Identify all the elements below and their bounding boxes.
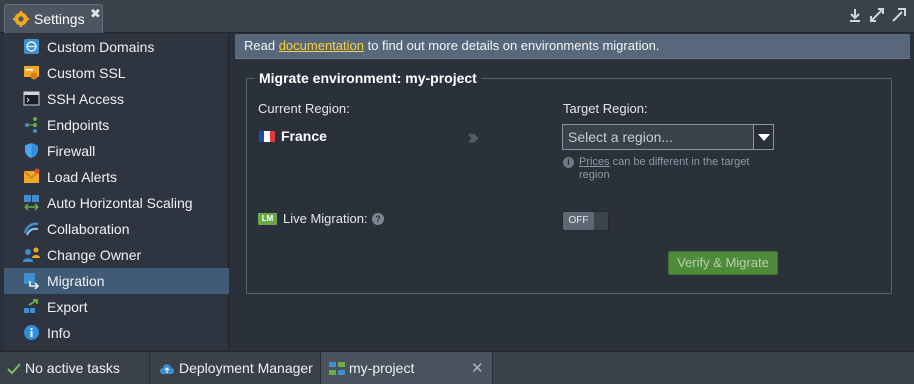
- chevron-down-icon[interactable]: [753, 125, 773, 149]
- sidebar-item-label: Load Alerts: [47, 169, 118, 185]
- my-project-label: my-project: [349, 360, 415, 376]
- shield-icon: [25, 143, 38, 158]
- popout-icon[interactable]: [892, 8, 906, 22]
- close-icon[interactable]: ✖: [90, 6, 101, 22]
- sidebar-item-export[interactable]: Export: [4, 294, 229, 320]
- download-icon[interactable]: [848, 8, 862, 22]
- chevrons-right-icon: ›››: [467, 124, 479, 149]
- sidebar-item-load-alerts[interactable]: Load Alerts: [4, 164, 229, 190]
- sidebar-item-endpoints[interactable]: Endpoints: [4, 112, 229, 138]
- endpoints-icon: [25, 117, 37, 133]
- sidebar-item-custom-ssl[interactable]: Custom SSL: [4, 60, 229, 86]
- live-migration-toggle[interactable]: OFF: [562, 211, 609, 231]
- window-title-bar: Settings ✖: [0, 0, 914, 33]
- current-region-value: France: [281, 128, 327, 144]
- deployment-manager-tab[interactable]: Deployment Manager: [150, 352, 321, 384]
- france-flag-icon: [259, 131, 275, 142]
- gear-icon: [13, 11, 29, 27]
- sidebar-item-label: Export: [47, 299, 88, 315]
- info-bar-text: Read documentation to find out more deta…: [244, 38, 660, 53]
- sidebar-item-info[interactable]: Info: [4, 320, 229, 346]
- sidebar-item-label: Change Owner: [47, 247, 142, 263]
- collaboration-icon: [23, 222, 39, 236]
- verify-migrate-button[interactable]: Verify & Migrate: [668, 251, 778, 275]
- change-owner-icon: [23, 247, 40, 262]
- sidebar-item-label: Info: [47, 325, 71, 341]
- mail-alert-icon: [23, 168, 40, 183]
- target-region-label: Target Region:: [563, 101, 648, 116]
- sidebar-item-label: Custom SSL: [47, 65, 126, 81]
- deployment-manager-label: Deployment Manager: [179, 360, 313, 376]
- scaling-icon: [24, 195, 39, 211]
- sidebar-item-ssh-access[interactable]: SSH Access: [4, 86, 229, 112]
- sidebar-item-label: Collaboration: [47, 221, 130, 237]
- sidebar-item-change-owner[interactable]: Change Owner: [4, 242, 229, 268]
- environment-icon: [329, 362, 345, 375]
- sidebar-item-label: Endpoints: [47, 117, 110, 133]
- settings-tab[interactable]: Settings ✖: [4, 4, 103, 33]
- target-region-placeholder: Select a region...: [568, 129, 674, 145]
- migration-panel: Read documentation to find out more deta…: [235, 34, 910, 349]
- expand-icon[interactable]: [870, 8, 884, 22]
- sidebar-item-migration[interactable]: Migration: [4, 268, 229, 294]
- close-icon[interactable]: ✕: [471, 359, 484, 377]
- info-icon: i: [563, 157, 574, 168]
- settings-sidebar: Custom Domains Custom SSL SSH Access End…: [4, 34, 229, 349]
- tab-title: Settings: [34, 11, 85, 27]
- migration-icon: [24, 273, 40, 289]
- certificate-icon: [24, 66, 39, 80]
- prices-link[interactable]: Prices: [579, 156, 610, 168]
- tasks-status[interactable]: No active tasks: [0, 352, 150, 384]
- sidebar-item-label: Auto Horizontal Scaling: [47, 195, 193, 211]
- sidebar-item-label: Firewall: [47, 143, 96, 159]
- check-icon: [7, 363, 21, 375]
- documentation-link[interactable]: documentation: [279, 38, 364, 53]
- export-icon: [24, 299, 38, 313]
- task-bar: No active tasks Deployment Manager my-pr…: [0, 351, 914, 384]
- my-project-tab[interactable]: my-project ✕: [321, 352, 493, 384]
- sidebar-item-label: SSH Access: [47, 91, 125, 107]
- live-migration-label: Live Migration:: [283, 211, 368, 226]
- migrate-environment-group: Migrate environment: my-project Current …: [246, 70, 892, 294]
- tasks-status-text: No active tasks: [25, 360, 120, 376]
- current-region-label: Current Region:: [258, 101, 350, 116]
- toggle-state: OFF: [563, 212, 594, 230]
- sidebar-item-label: Migration: [47, 273, 105, 289]
- globe-icon: [24, 39, 39, 54]
- cloud-upload-icon: [160, 364, 174, 374]
- sidebar-item-label: Custom Domains: [47, 39, 155, 55]
- terminal-icon: [23, 91, 40, 106]
- sidebar-item-custom-domains[interactable]: Custom Domains: [4, 34, 229, 60]
- info-icon: [24, 325, 39, 340]
- sidebar-item-auto-horizontal-scaling[interactable]: Auto Horizontal Scaling: [4, 190, 229, 216]
- group-legend: Migrate environment: my-project: [255, 70, 481, 86]
- target-region-select[interactable]: Select a region...: [562, 124, 774, 150]
- live-migration-badge: LM: [258, 213, 277, 225]
- sidebar-item-collaboration[interactable]: Collaboration: [4, 216, 229, 242]
- sidebar-item-firewall[interactable]: Firewall: [4, 138, 229, 164]
- help-icon[interactable]: ?: [372, 213, 384, 225]
- info-bar: Read documentation to find out more deta…: [235, 34, 910, 59]
